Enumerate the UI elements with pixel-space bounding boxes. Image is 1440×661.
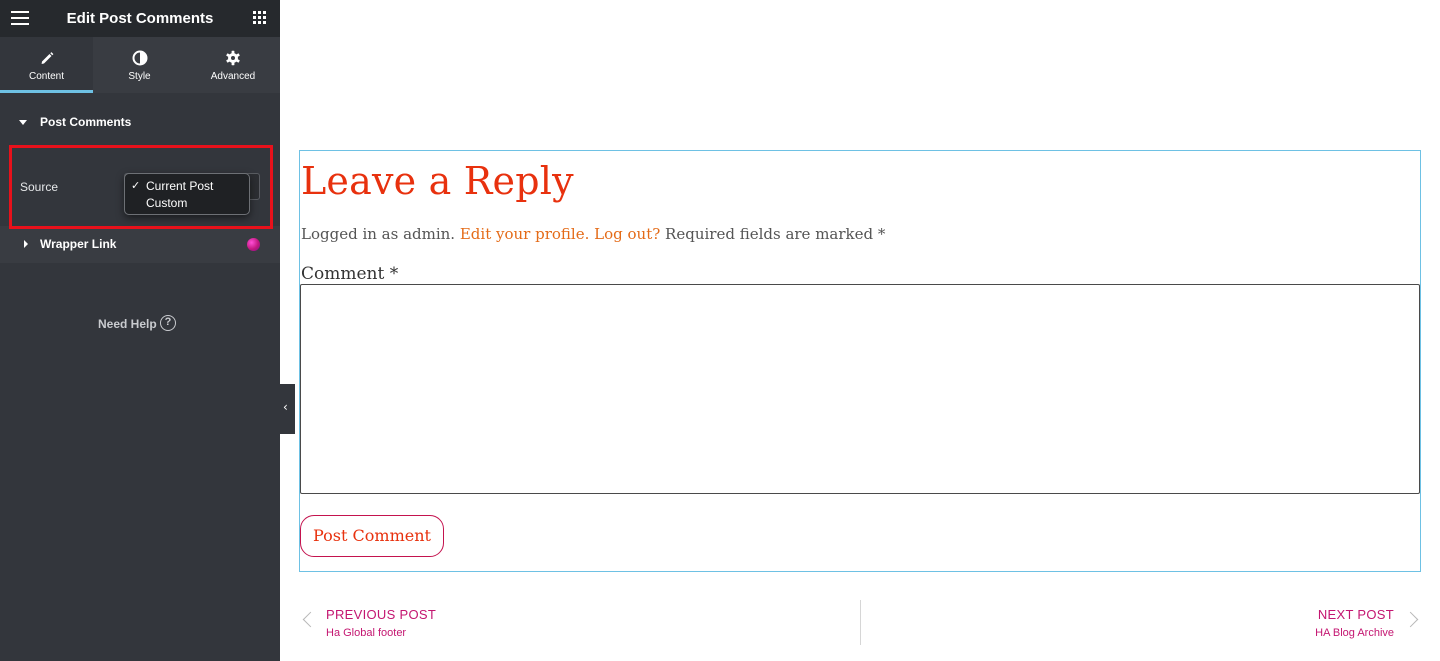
previous-post-kicker: PREVIOUS POST — [326, 607, 437, 622]
post-nav-divider — [860, 600, 861, 645]
comment-label: Comment * — [301, 264, 399, 284]
required-fields-text: Required fields are marked * — [665, 225, 886, 243]
pencil-icon — [0, 50, 93, 66]
post-comment-button[interactable]: Post Comment — [300, 515, 444, 557]
tab-content-label: Content — [28, 71, 65, 82]
edit-profile-link[interactable]: Edit your profile. — [460, 225, 590, 243]
previous-post-title: Ha Global footer — [326, 627, 407, 639]
tab-advanced[interactable]: Advanced — [186, 37, 280, 93]
tab-content[interactable]: Content — [0, 37, 93, 93]
source-control: Source ✓ Current Post Custom — [0, 165, 280, 215]
section-title: Wrapper Link — [40, 237, 117, 251]
reply-heading: Leave a Reply — [301, 159, 574, 203]
chevron-left-icon: ‹ — [283, 400, 288, 414]
panel-header: Edit Post Comments — [0, 0, 280, 37]
logged-in-text: Logged in as admin. — [301, 225, 456, 243]
caret-down-icon — [19, 120, 27, 125]
option-current-post[interactable]: ✓ Current Post — [125, 177, 249, 194]
panel-tabs: Content Style Advanced — [0, 37, 280, 93]
source-dropdown-menu: ✓ Current Post Custom — [124, 173, 250, 215]
gear-icon — [186, 50, 280, 66]
logged-in-notice: Logged in as admin. Edit your profile. L… — [301, 225, 885, 243]
tab-style[interactable]: Style — [93, 37, 186, 93]
half-circle-icon — [93, 50, 186, 66]
caret-right-icon — [24, 240, 28, 248]
section-wrapper-link[interactable]: Wrapper Link — [0, 226, 280, 263]
option-label: Custom — [146, 196, 188, 210]
pro-badge-icon — [247, 238, 260, 251]
section-post-comments[interactable]: Post Comments — [0, 106, 280, 138]
collapse-panel-button[interactable]: ‹ — [280, 384, 295, 434]
option-custom[interactable]: Custom — [125, 194, 249, 211]
tab-style-label: Style — [128, 71, 151, 82]
need-help-link[interactable]: Need Help ? — [0, 313, 280, 335]
panel-title: Edit Post Comments — [66, 10, 214, 27]
previous-post-link[interactable]: PREVIOUS POST Ha Global footer — [299, 600, 599, 645]
need-help-label: Need Help — [98, 317, 157, 331]
widgets-grid-icon[interactable] — [253, 11, 267, 25]
source-label: Source — [20, 180, 59, 194]
tab-advanced-label: Advanced — [210, 71, 256, 82]
checkmark-icon: ✓ — [131, 179, 141, 192]
next-post-kicker: NEXT POST — [1317, 607, 1394, 622]
next-post-link[interactable]: NEXT POST HA Blog Archive — [1200, 600, 1422, 645]
section-title: Post Comments — [40, 115, 132, 129]
comment-textarea[interactable] — [300, 284, 1420, 494]
chevron-left-icon — [302, 611, 319, 628]
log-out-link[interactable]: Log out? — [594, 225, 660, 243]
editor-panel: Edit Post Comments Content Style Advance… — [0, 0, 280, 661]
next-post-title: HA Blog Archive — [1315, 627, 1394, 639]
option-label: Current Post — [146, 179, 214, 193]
chevron-right-icon — [1402, 611, 1419, 628]
question-circle-icon: ? — [160, 315, 176, 331]
